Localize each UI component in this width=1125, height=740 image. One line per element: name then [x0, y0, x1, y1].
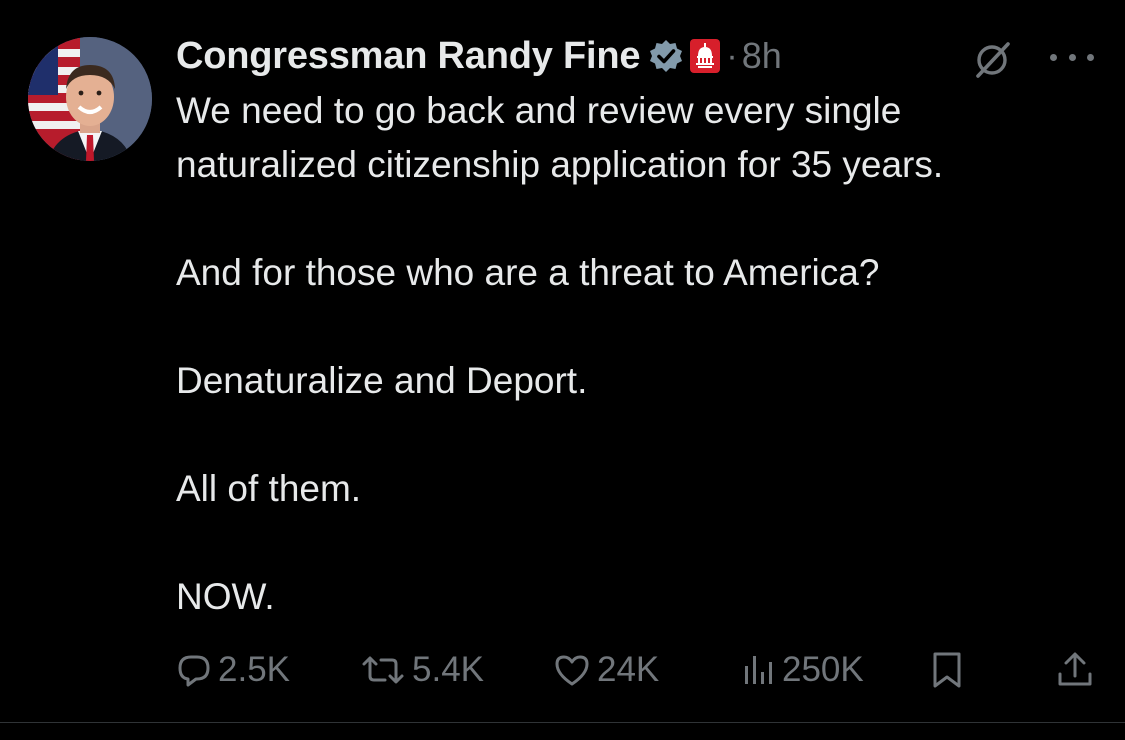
- tweet-card[interactable]: Congressman Randy Fine · 8h We need to g…: [0, 0, 1125, 722]
- reply-button[interactable]: 2.5K: [176, 644, 290, 696]
- repost-icon: [360, 652, 406, 688]
- tweet-header: Congressman Randy Fine · 8h: [176, 30, 782, 82]
- post-text-line: We need to go back and review every sing…: [176, 90, 902, 131]
- heart-icon: [553, 652, 591, 688]
- more-options-icon[interactable]: [1050, 50, 1094, 64]
- bookmark-icon: [930, 650, 964, 690]
- action-bar: 2.5K 5.4K 24K 250K: [0, 644, 1125, 696]
- like-button[interactable]: 24K: [553, 644, 659, 696]
- analytics-bars-icon: [742, 652, 776, 688]
- post-text-line: naturalized citizenship application for …: [176, 144, 944, 185]
- avatar[interactable]: [28, 37, 152, 161]
- grok-icon[interactable]: [970, 38, 1014, 82]
- bookmark-button[interactable]: [930, 644, 964, 696]
- like-count: 24K: [597, 650, 660, 689]
- views-count: 250K: [782, 650, 864, 689]
- divider: [0, 722, 1125, 723]
- capitol-dome-gop-icon[interactable]: [690, 39, 721, 73]
- post-text-line: NOW.: [176, 576, 275, 617]
- share-icon: [1056, 650, 1094, 690]
- header-separator: ·: [726, 36, 738, 75]
- repost-count: 5.4K: [412, 650, 484, 689]
- post-text-line: All of them.: [176, 468, 362, 509]
- verified-badge-icon[interactable]: [648, 38, 684, 74]
- display-name[interactable]: Congressman Randy Fine: [176, 35, 641, 78]
- post-text-line: And for those who are a threat to Americ…: [176, 252, 880, 293]
- reply-icon: [176, 652, 212, 688]
- reply-count: 2.5K: [218, 650, 290, 689]
- share-button[interactable]: [1056, 644, 1094, 696]
- views-button[interactable]: 250K: [742, 644, 864, 696]
- repost-button[interactable]: 5.4K: [360, 644, 484, 696]
- timestamp[interactable]: 8h: [742, 35, 782, 77]
- post-text-line: Denaturalize and Deport.: [176, 360, 588, 401]
